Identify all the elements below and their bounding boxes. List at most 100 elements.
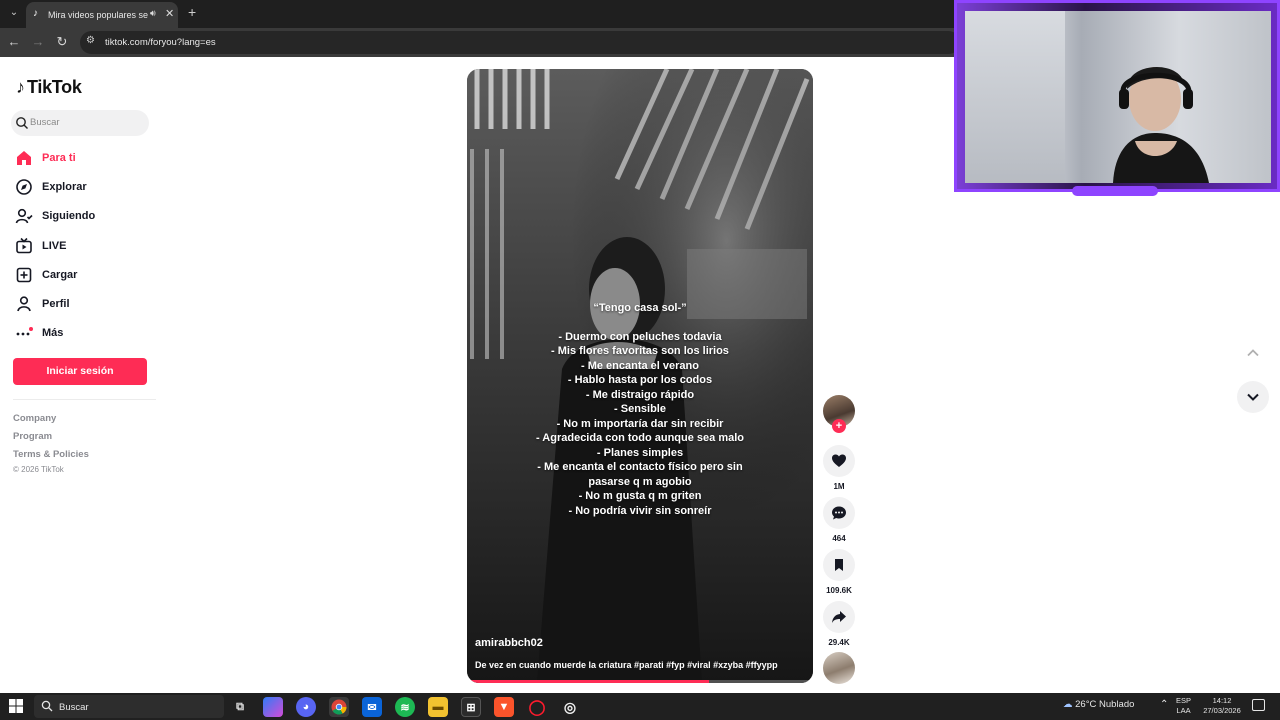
tab-search-menu-icon[interactable]: ⌄ — [6, 5, 22, 21]
previous-video-button[interactable] — [1237, 337, 1269, 369]
more-icon — [13, 322, 35, 344]
brave-icon[interactable]: ▼ — [494, 697, 514, 717]
caption-line: - No m importaría dar sin recibir — [556, 417, 724, 430]
input-language[interactable]: ESP LAA — [1176, 696, 1191, 716]
forward-arrow-icon[interactable]: → — [30, 34, 46, 50]
chevron-up-icon — [1247, 349, 1259, 357]
weather-text: 26°C Nublado — [1075, 699, 1135, 710]
profile-icon — [13, 293, 35, 315]
video-progress-bar[interactable] — [467, 680, 813, 683]
caption-line: - Mis flores favoritas son los lirios — [551, 345, 729, 357]
caption-line: - Me distraigo rápido — [585, 388, 695, 401]
share-button[interactable]: 29.4K — [823, 601, 855, 647]
obs-icon[interactable]: ◎ — [560, 697, 580, 717]
site-settings-icon[interactable]: ⚙ — [86, 35, 95, 46]
task-view-icon[interactable]: ⧉ — [230, 697, 250, 717]
file-explorer-icon[interactable]: ▬ — [428, 697, 448, 717]
video-caption-overlay: “Tengo casa sol-” - Duermo con peluches … — [467, 301, 813, 518]
follow-plus-icon[interactable]: + — [832, 419, 846, 433]
show-hidden-icons-chevron-icon[interactable]: ⌃ — [1160, 699, 1168, 710]
nav-item-perfil[interactable]: Perfil — [13, 292, 153, 316]
search-placeholder: Buscar — [30, 117, 60, 128]
chevron-down-icon — [1247, 393, 1259, 401]
system-clock[interactable]: 14:12 27/03/2026 — [1200, 696, 1244, 716]
opera-gx-icon[interactable]: ◯ — [527, 697, 547, 717]
caption-line: - No m gusta q m griten — [578, 490, 702, 502]
video-player[interactable]: “Tengo casa sol-” - Duermo con peluches … — [467, 69, 813, 683]
nav-label: Más — [42, 327, 64, 339]
like-button[interactable]: 1M — [823, 445, 855, 491]
video-description[interactable]: De vez en cuando muerde la criatura #par… — [475, 660, 778, 670]
microsoft-store-icon[interactable]: ⊞ — [461, 697, 481, 717]
caption-line: - Me encanta el verano — [581, 359, 699, 372]
tiktok-favicon-icon: ♪ — [33, 8, 38, 19]
comment-button[interactable]: 464 — [823, 497, 855, 543]
nav-label: Siguiendo — [42, 210, 96, 222]
streamer-image — [1113, 66, 1209, 183]
share-icon — [823, 601, 855, 633]
spotify-icon[interactable]: ≋ — [395, 697, 415, 717]
address-bar[interactable]: ⚙ tiktok.com/foryou?lang=es — [80, 31, 960, 54]
clock-time: 14:12 — [1212, 696, 1232, 705]
search-icon — [16, 117, 28, 129]
speaker-icon[interactable]: 🔊︎ — [150, 8, 156, 19]
comment-count: 464 — [832, 534, 846, 543]
windows-start-icon[interactable] — [9, 699, 23, 713]
taskbar-search-label: Buscar — [59, 702, 89, 713]
discord-icon[interactable]: ◕ — [296, 697, 316, 717]
sound-disc-avatar[interactable] — [823, 652, 855, 684]
taskbar-search[interactable]: Buscar — [34, 695, 224, 718]
nav-item-explorar[interactable]: Explorar — [13, 175, 153, 199]
copyright: © 2026 TikTok — [13, 465, 64, 474]
browser-tab[interactable]: ♪ Mira videos populares seleccionados pa… — [26, 2, 178, 28]
nav-item-para-ti[interactable]: Para ti — [13, 146, 153, 170]
like-count: 1M — [833, 482, 845, 491]
home-icon — [13, 147, 35, 169]
webcam-feed — [965, 11, 1271, 183]
save-count: 109.6K — [826, 586, 852, 595]
chrome-icon[interactable] — [329, 697, 349, 717]
upload-icon — [13, 264, 35, 286]
language-code: ESP — [1176, 696, 1192, 705]
caption-line: pasarse q m agobio — [588, 475, 692, 488]
reload-icon[interactable]: ↻ — [54, 34, 70, 50]
nav-item-cargar[interactable]: Cargar — [13, 263, 153, 287]
login-button[interactable]: Iniciar sesión — [13, 358, 147, 385]
mail-icon[interactable]: ✉ — [362, 697, 382, 717]
footer-link-terms[interactable]: Terms & Policies — [13, 449, 89, 460]
windows-taskbar: Buscar ⧉ ◕ ✉ ≋ ▬ ⊞ ▼ ◯ ◎ ☁︎ 26°C Nublado… — [0, 693, 1280, 720]
nav-label: Para ti — [42, 152, 76, 164]
address-url[interactable]: tiktok.com/foryou?lang=es — [105, 37, 216, 48]
copilot-icon[interactable] — [263, 697, 283, 717]
footer-link-company[interactable]: Company — [13, 413, 56, 424]
weather-widget[interactable]: ☁︎ 26°C Nublado — [1063, 699, 1134, 710]
back-arrow-icon[interactable]: ← — [6, 34, 22, 50]
search-icon — [41, 700, 53, 712]
sidebar-divider — [13, 399, 156, 400]
notification-icon[interactable] — [1252, 699, 1265, 711]
following-icon — [13, 205, 35, 227]
comment-icon — [823, 497, 855, 529]
new-tab-icon[interactable]: + — [188, 4, 196, 20]
video-username[interactable]: amirabbch02 — [475, 637, 543, 649]
nav-item-siguiendo[interactable]: Siguiendo — [13, 204, 153, 228]
close-tab-icon[interactable]: ✕ — [165, 7, 174, 20]
nav-item-live[interactable]: LIVE — [13, 234, 153, 258]
webcam-wall — [965, 11, 1065, 183]
footer-link-program[interactable]: Program — [13, 431, 52, 442]
caption-line: - Agradecida con todo aunque sea malo — [535, 432, 745, 444]
caption-line: - No podría vivir sin sonreír — [568, 504, 712, 517]
caption-line: - Planes simples — [596, 446, 684, 459]
nav-label: LIVE — [42, 240, 67, 252]
nav-item-mas[interactable]: Más — [13, 321, 153, 345]
clock-date: 27/03/2026 — [1203, 706, 1241, 715]
caption-line: - Sensible — [614, 403, 666, 415]
next-video-button[interactable] — [1237, 381, 1269, 413]
heart-icon — [823, 445, 855, 477]
caption-line: - Duermo con peluches todavia — [558, 330, 722, 343]
tiktok-logo[interactable]: ♪ TikTok — [16, 75, 82, 99]
caption-line: - Me encanta el contacto físico pero sin — [537, 461, 743, 473]
save-button[interactable]: 109.6K — [823, 549, 855, 595]
logo-text: TikTok — [27, 76, 82, 97]
search-input[interactable]: Buscar — [11, 110, 149, 136]
